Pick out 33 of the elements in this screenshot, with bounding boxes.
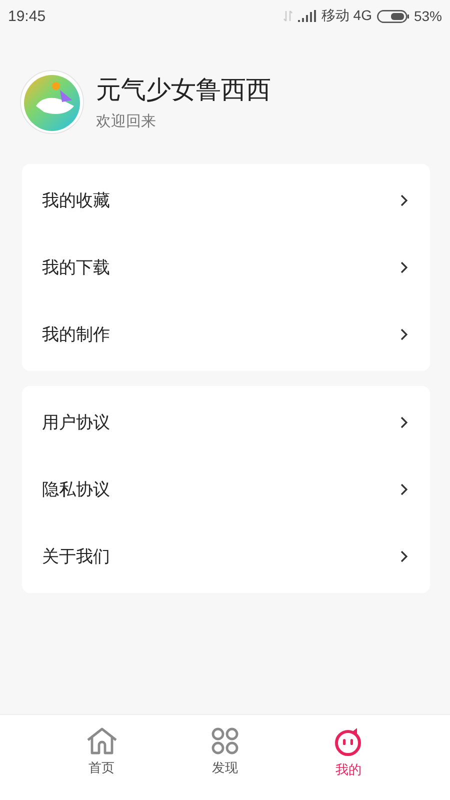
- home-icon: [86, 727, 118, 755]
- carrier-label: 移动 4G: [321, 7, 372, 25]
- tab-item[interactable]: 我的: [313, 715, 384, 800]
- menu-item-label: 我的下载: [42, 257, 110, 279]
- menu-item-label: 用户协议: [42, 412, 110, 434]
- tab-item[interactable]: 发现: [190, 715, 260, 800]
- grid-icon: [210, 727, 239, 755]
- avatar-icon: [20, 70, 84, 134]
- battery-percent: 53%: [414, 8, 442, 24]
- menu-item-label: 隐私协议: [42, 479, 110, 501]
- chevron-icon: [400, 416, 408, 429]
- menu-item[interactable]: 关于我们: [22, 523, 430, 590]
- menu-item[interactable]: 用户协议: [22, 389, 430, 456]
- menu-item[interactable]: 我的收藏: [22, 167, 430, 234]
- chevron-icon: [400, 550, 408, 563]
- chevron-icon: [400, 194, 408, 207]
- menu-item-label: 我的收藏: [42, 190, 110, 212]
- chevron-icon: [400, 261, 408, 274]
- menu-item-label: 我的制作: [42, 324, 110, 346]
- menu-item-label: 关于我们: [42, 546, 110, 568]
- signal-icon: [298, 10, 316, 22]
- user-name: 元气少女鲁西西: [96, 74, 271, 106]
- battery-icon: [376, 10, 409, 22]
- status-time: 19:45: [8, 8, 46, 24]
- chevron-icon: [400, 483, 408, 496]
- menu-item[interactable]: 隐私协议: [22, 456, 430, 523]
- welcome-text: 欢迎回来: [96, 112, 157, 131]
- network-arrows-icon: [283, 10, 294, 22]
- menu-item[interactable]: 我的制作: [22, 301, 430, 368]
- menu-item[interactable]: 我的下载: [22, 234, 430, 301]
- tab-item[interactable]: 首页: [66, 715, 137, 800]
- chevron-icon: [400, 328, 408, 341]
- face-icon: [334, 727, 362, 757]
